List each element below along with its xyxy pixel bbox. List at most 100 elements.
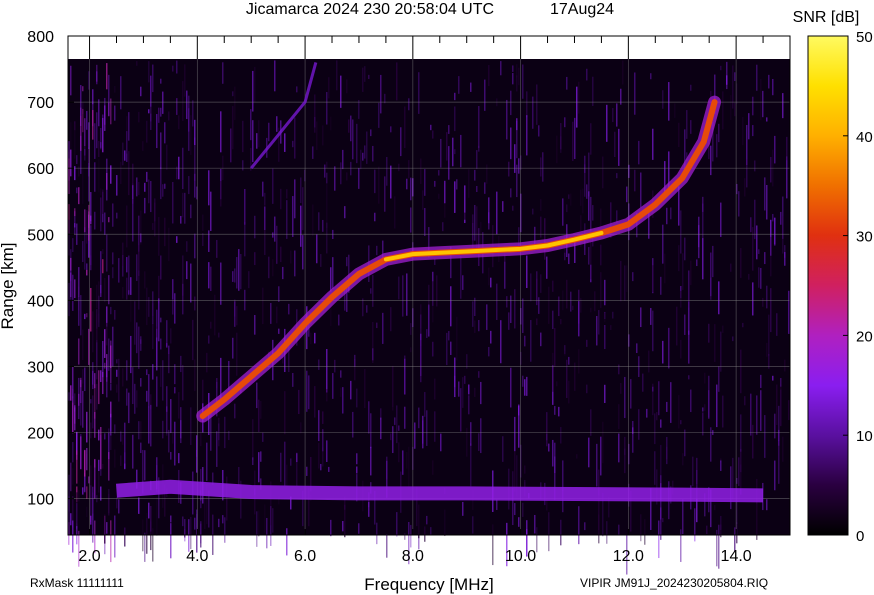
noise-streak: [432, 341, 434, 357]
noise-streak: [166, 418, 168, 436]
noise-streak: [418, 407, 420, 429]
noise-streak: [570, 291, 572, 312]
noise-streak: [80, 85, 82, 127]
noise-streak: [554, 406, 556, 415]
noise-streak: [624, 436, 626, 474]
noise-streak: [458, 80, 460, 94]
noise-streak: [326, 348, 328, 393]
noise-streak: [86, 486, 88, 499]
y-tick-label: 700: [27, 95, 54, 112]
noise-streak: [122, 434, 124, 445]
noise-streak: [670, 382, 672, 423]
noise-streak: [444, 180, 446, 204]
noise-streak: [518, 517, 520, 527]
noise-streak: [558, 296, 560, 317]
noise-streak: [536, 527, 538, 553]
noise-streak: [296, 453, 298, 463]
noise-streak: [512, 65, 514, 72]
y-tick-label: 600: [27, 161, 54, 178]
noise-streak: [402, 275, 404, 317]
noise-streak: [364, 145, 366, 159]
noise-streak: [522, 502, 524, 517]
noise-streak: [652, 310, 654, 352]
noise-streak: [730, 466, 732, 510]
noise-streak: [120, 455, 122, 466]
noise-streak: [148, 406, 150, 444]
noise-streak: [176, 98, 178, 115]
noise-streak: [556, 381, 558, 387]
noise-streak: [530, 273, 532, 302]
noise-streak: [478, 319, 480, 332]
noise-streak: [370, 413, 372, 449]
noise-streak: [420, 158, 422, 184]
noise-streak: [772, 78, 774, 96]
noise-streak: [224, 517, 226, 543]
noise-streak: [424, 208, 426, 237]
noise-streak: [100, 251, 102, 294]
noise-streak: [720, 65, 722, 71]
noise-streak: [114, 105, 116, 121]
noise-streak: [264, 192, 266, 206]
noise-streak: [654, 451, 656, 485]
noise-streak: [184, 192, 186, 224]
noise-streak: [560, 123, 562, 150]
noise-streak: [762, 297, 764, 307]
noise-streak: [146, 369, 148, 376]
noise-streak: [306, 370, 308, 412]
noise-streak: [636, 343, 638, 354]
noise-streak: [194, 173, 196, 198]
noise-streak: [406, 178, 408, 190]
noise-streak: [588, 152, 590, 197]
noise-streak: [234, 301, 236, 327]
noise-streak: [184, 64, 186, 97]
noise-streak: [648, 350, 650, 373]
noise-streak: [682, 499, 684, 535]
noise-streak: [526, 91, 528, 118]
noise-streak: [178, 453, 180, 464]
noise-streak: [758, 267, 760, 288]
noise-streak: [488, 197, 490, 224]
noise-streak: [276, 225, 278, 264]
noise-streak: [718, 281, 720, 315]
noise-streak: [524, 465, 526, 474]
noise-streak: [634, 72, 636, 115]
noise-streak: [408, 98, 410, 111]
noise-streak: [190, 115, 192, 155]
noise-streak: [522, 375, 524, 387]
noise-streak: [82, 390, 84, 428]
noise-streak: [152, 528, 154, 562]
noise-streak: [408, 446, 410, 490]
noise-streak: [330, 116, 332, 131]
noise-streak: [610, 325, 612, 331]
noise-streak: [74, 123, 76, 159]
noise-streak: [682, 453, 684, 466]
noise-streak: [582, 188, 584, 214]
noise-streak: [678, 122, 680, 148]
noise-streak: [662, 340, 664, 364]
noise-streak: [294, 117, 296, 159]
noise-streak: [118, 258, 120, 283]
noise-streak: [92, 362, 94, 385]
noise-streak: [116, 369, 118, 377]
noise-streak: [98, 140, 100, 158]
noise-streak: [588, 191, 590, 221]
noise-streak: [430, 124, 432, 131]
noise-streak: [180, 215, 182, 224]
noise-streak: [84, 313, 86, 320]
noise-streak: [104, 329, 106, 358]
noise-streak: [756, 395, 758, 435]
noise-streak: [656, 412, 658, 421]
noise-streak: [360, 149, 362, 170]
noise-streak: [80, 377, 82, 388]
noise-streak: [274, 216, 276, 242]
noise-streak: [336, 60, 338, 91]
noise-streak: [126, 116, 128, 154]
noise-streak: [490, 330, 492, 344]
noise-streak: [136, 390, 138, 408]
noise-streak: [782, 436, 784, 462]
noise-streak: [266, 517, 268, 549]
noise-streak: [514, 450, 516, 492]
noise-streak: [118, 499, 120, 514]
noise-streak: [604, 279, 606, 306]
noise-streak: [420, 340, 422, 383]
